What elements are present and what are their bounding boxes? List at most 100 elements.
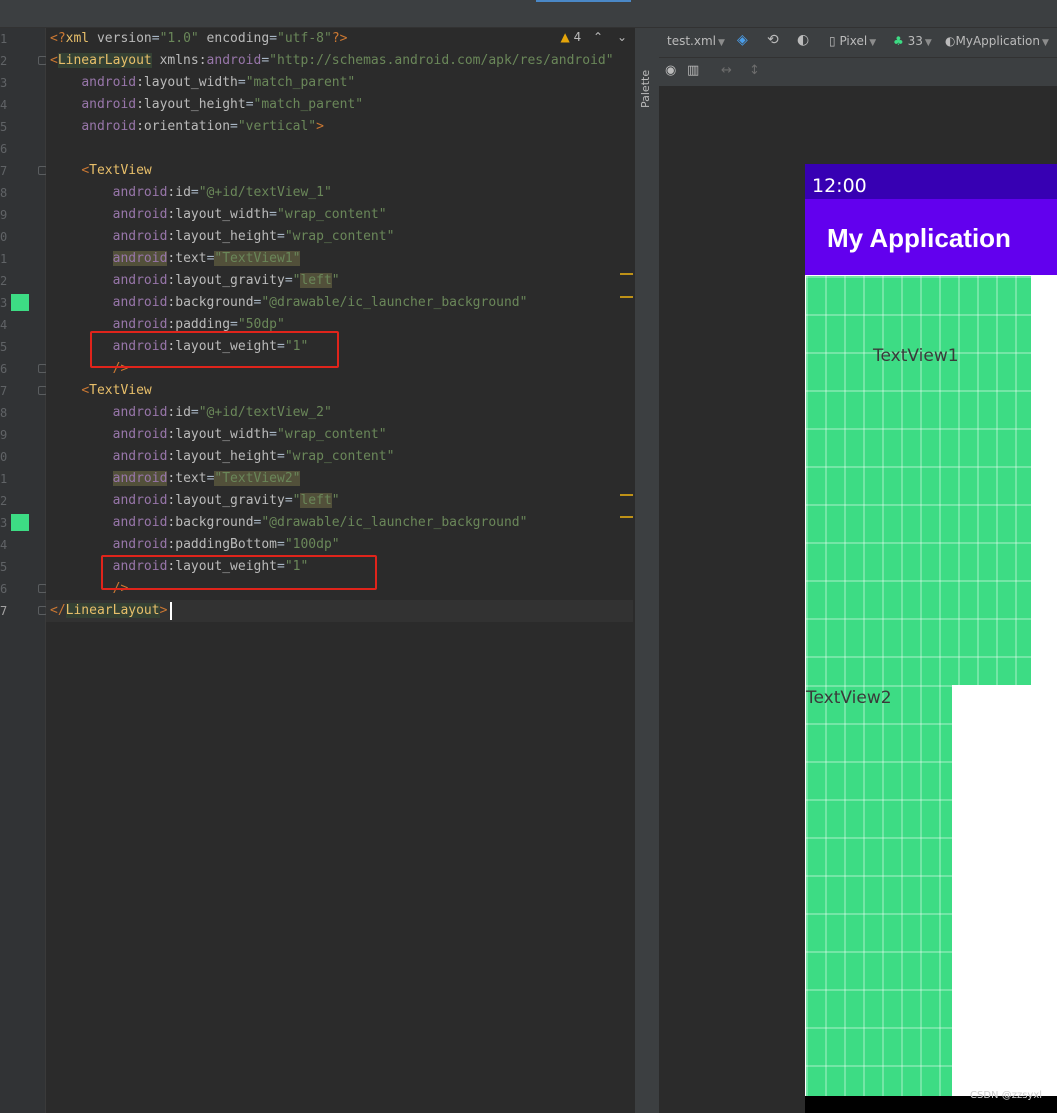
code-token: =	[269, 31, 278, 46]
chevron-up-icon[interactable]: ⌃	[593, 30, 603, 44]
code-line[interactable]: android:layout_height="wrap_content"	[50, 226, 395, 248]
code-line[interactable]: android:layout_gravity="left"	[50, 490, 340, 512]
device-selector[interactable]: ▯ Pixel ▼	[829, 34, 876, 48]
code-line[interactable]: <?xml version="1.0" encoding="utf-8"?>	[50, 28, 347, 50]
line-number: 9	[0, 208, 8, 222]
eye-icon[interactable]: ◉	[665, 63, 676, 78]
line-number: 4	[0, 318, 8, 332]
code-token: "wrap_content"	[284, 229, 395, 244]
code-line[interactable]: android:layout_height="wrap_content"	[50, 446, 395, 468]
code-line[interactable]: android:layout_height="match_parent"	[50, 94, 363, 116]
chevron-down-icon[interactable]: ⌄	[617, 30, 627, 44]
code-token: :background	[167, 515, 254, 530]
code-line[interactable]: android:id="@+id/textView_2"	[50, 402, 332, 424]
line-number: 6	[0, 362, 8, 376]
warning-stripe[interactable]	[620, 296, 633, 298]
code-line[interactable]: <TextView	[50, 380, 151, 402]
warning-count: 4	[573, 30, 582, 44]
theme-name: MyApplication	[955, 34, 1040, 48]
rotate-icon[interactable]: ⟲	[767, 32, 779, 48]
code-token: android	[81, 97, 137, 112]
code-editor[interactable]: <?xml version="1.0" encoding="utf-8"?> <L…	[46, 28, 633, 1113]
code-line[interactable]: android:paddingBottom="100dp"	[50, 534, 340, 556]
code-line[interactable]: android:text="TextView1"	[50, 248, 301, 270]
code-line[interactable]: android:background="@drawable/ic_launche…	[50, 512, 528, 534]
code-token: <	[81, 163, 90, 178]
code-token: :layout_gravity	[167, 273, 285, 288]
code-line[interactable]: </LinearLayout>	[50, 600, 167, 622]
code-token: >	[159, 603, 168, 618]
code-token: =	[277, 537, 285, 552]
file-selector[interactable]: test.xml ▼	[667, 34, 725, 48]
code-token: android	[112, 207, 168, 222]
line-number: 1	[0, 252, 8, 266]
code-line[interactable]: android:text="TextView2"	[50, 468, 301, 490]
code-token: LinearLayout	[57, 53, 152, 68]
code-token: :orientation	[136, 119, 231, 134]
warning-stripe[interactable]	[620, 516, 633, 518]
theme-selector[interactable]: ◐MyApplication ▼	[945, 34, 1049, 48]
code-token: :paddingBottom	[167, 537, 277, 552]
code-line[interactable]: android:layout_width="wrap_content"	[50, 424, 387, 446]
api-level: 33	[907, 34, 923, 48]
night-mode-icon[interactable]: ◐	[797, 32, 809, 48]
layers-icon[interactable]: ◈	[737, 32, 748, 48]
device-preview[interactable]: 12:00 My Application TextView1 TextView2	[805, 164, 1057, 1113]
chevron-down-icon: ▼	[924, 38, 932, 48]
code-line[interactable]: android:background="@drawable/ic_launche…	[50, 292, 528, 314]
textview-1[interactable]: TextView1	[806, 276, 1031, 685]
textview-2[interactable]: TextView2	[806, 685, 952, 1096]
inspection-widget[interactable]: ▲ 4 ⌃ ⌄	[561, 30, 627, 44]
blueprint-icon[interactable]: ▥	[687, 63, 699, 78]
api-selector[interactable]: ♣ 33 ▼	[893, 34, 932, 48]
code-token: =	[151, 31, 160, 46]
code-line[interactable]: android:layout_width="match_parent"	[50, 72, 355, 94]
code-line[interactable]: <LinearLayout xmlns:android="http://sche…	[50, 50, 614, 72]
code-line[interactable]: android:id="@+id/textView_1"	[50, 182, 332, 204]
horizontal-resize-icon[interactable]: ↔	[721, 63, 732, 78]
app-title: My Application	[827, 223, 1011, 253]
code-token: :layout_height	[167, 229, 277, 244]
code-token: =	[190, 405, 199, 420]
code-token: "utf-8"	[277, 31, 332, 46]
line-number: 6	[0, 142, 8, 156]
line-number: 6	[0, 582, 8, 596]
palette-label[interactable]: Palette	[639, 70, 652, 108]
line-number: 9	[0, 428, 8, 442]
code-line[interactable]: android:layout_gravity="left"	[50, 270, 340, 292]
code-token: "1.0"	[159, 31, 199, 46]
code-token: android	[112, 427, 168, 442]
file-name: test.xml	[667, 34, 716, 48]
code-token: "50dp"	[237, 317, 285, 332]
line-number: 3	[0, 296, 8, 310]
palette-side-tab[interactable]: Palette	[634, 28, 660, 1113]
code-token: "	[331, 273, 340, 288]
code-line[interactable]: <TextView	[50, 160, 151, 182]
code-token: left	[300, 493, 332, 508]
chevron-down-icon: ▼	[717, 38, 725, 48]
android-icon: ♣	[893, 34, 904, 48]
vertical-resize-icon[interactable]: ↕	[749, 63, 760, 78]
code-token: =	[237, 75, 246, 90]
code-line[interactable]: android:orientation="vertical">	[50, 116, 324, 138]
warning-stripe[interactable]	[620, 494, 633, 496]
code-token: <?	[50, 31, 66, 46]
code-token: "TextView2"	[214, 471, 301, 486]
code-token: xmlns:	[151, 53, 207, 68]
warning-stripe[interactable]	[620, 273, 633, 275]
code-token: "@drawable/ic_launcher_background"	[261, 295, 528, 310]
line-number: 2	[0, 494, 8, 508]
code-line[interactable]: android:layout_width="wrap_content"	[50, 204, 387, 226]
code-token: =	[269, 427, 277, 442]
code-token: android	[112, 317, 168, 332]
code-token: :id	[167, 405, 191, 420]
